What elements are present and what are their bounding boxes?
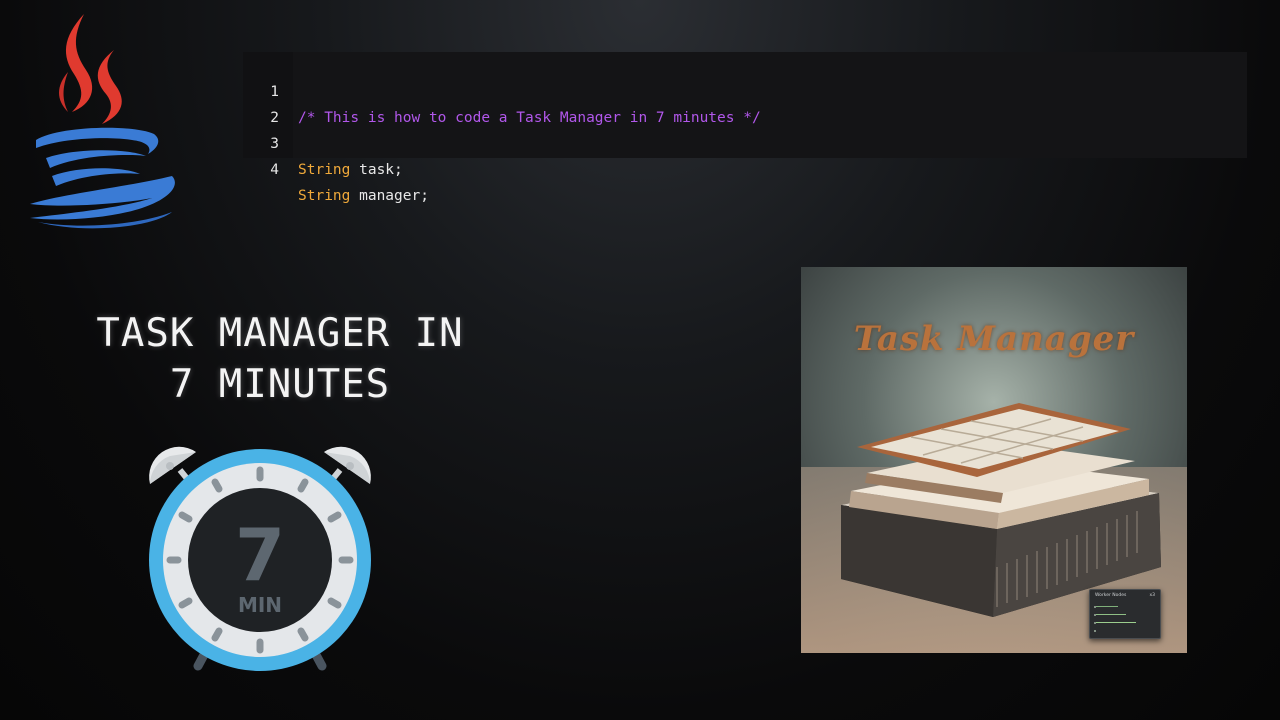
- clock-number: 7: [235, 513, 285, 597]
- mini-panel-title: Worker Nodes: [1095, 593, 1127, 598]
- code-type-keyword: String: [298, 162, 351, 178]
- task-manager-artwork: Task Manager Worker Nodes x3: [801, 267, 1187, 653]
- list-bullet: [1094, 630, 1096, 632]
- code-line-3: 3 String task;: [243, 105, 403, 178]
- code-line-1: 1 /* This is how to code a Task Manager …: [243, 53, 760, 126]
- mini-window-panel: Worker Nodes x3: [1089, 589, 1161, 639]
- list-bar: [1096, 614, 1126, 615]
- code-type-keyword: String: [298, 188, 351, 204]
- code-identifier: manager;: [350, 188, 429, 204]
- code-editor-panel: 1 /* This is how to code a Task Manager …: [243, 52, 1247, 204]
- title-line-1: TASK MANAGER IN: [96, 311, 464, 356]
- mini-panel-badge: x3: [1149, 593, 1155, 598]
- clock-unit: MIN: [238, 593, 282, 617]
- code-line-2: 2: [243, 79, 279, 126]
- code-comment: /* This is how to code a Task Manager in…: [298, 110, 761, 126]
- line-number: 4: [270, 162, 279, 178]
- list-bar: [1096, 606, 1118, 607]
- video-title: TASK MANAGER IN 7 MINUTES: [60, 308, 500, 410]
- code-line-4: 4 String manager;: [243, 131, 429, 204]
- title-line-2: 7 MINUTES: [169, 362, 391, 407]
- code-identifier: task;: [350, 162, 403, 178]
- alarm-clock-icon: 7 MIN: [149, 446, 371, 671]
- java-logo-icon: [30, 14, 175, 229]
- artwork-title: Task Manager: [853, 319, 1135, 359]
- list-bar: [1096, 622, 1136, 623]
